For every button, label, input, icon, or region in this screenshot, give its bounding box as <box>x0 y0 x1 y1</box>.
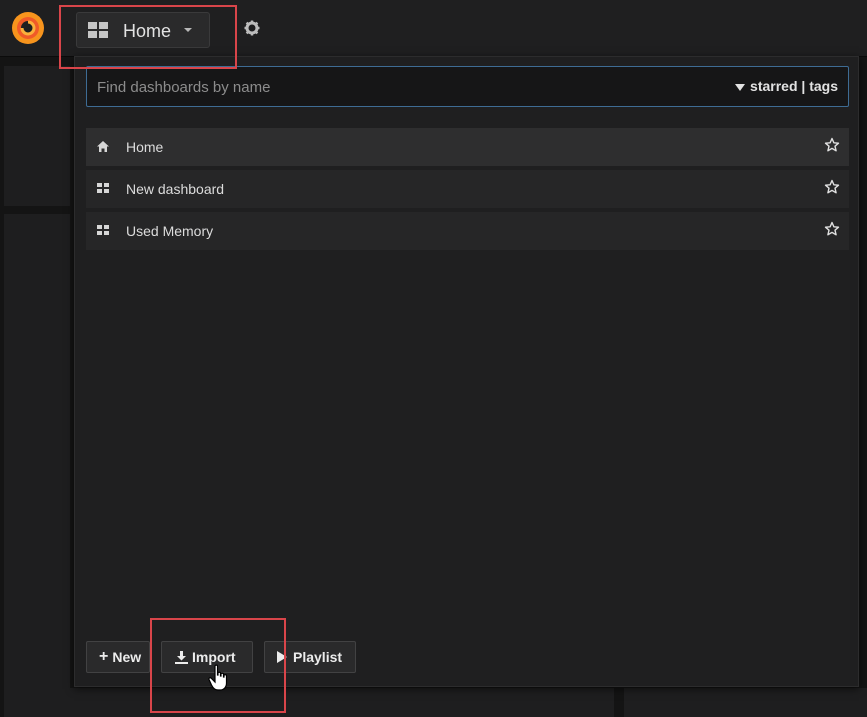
dashboard-grid-icon <box>97 183 109 194</box>
plus-icon: + <box>99 648 109 665</box>
star-icon[interactable] <box>824 179 840 195</box>
filter-label: starred | tags <box>750 78 838 94</box>
background-panel <box>4 66 70 206</box>
hand-cursor-icon <box>208 664 228 691</box>
filter-starred-tags[interactable]: starred | tags <box>735 78 838 94</box>
download-icon <box>175 650 188 664</box>
filter-icon <box>735 83 746 91</box>
background-panel <box>624 688 867 717</box>
import-label: Import <box>192 649 236 665</box>
chevron-down-icon <box>184 28 192 32</box>
background-panel <box>4 688 614 717</box>
new-dashboard-button[interactable]: + New <box>86 641 150 673</box>
gear-icon[interactable] <box>244 20 260 36</box>
dashboard-row-new-dashboard[interactable]: New dashboard <box>86 170 849 208</box>
playlist-label: Playlist <box>293 649 343 665</box>
playlist-button[interactable]: Playlist <box>264 641 356 673</box>
new-label: New <box>112 649 142 665</box>
grafana-logo[interactable] <box>10 10 46 46</box>
dashboard-name: Home <box>126 139 164 155</box>
star-icon[interactable] <box>824 137 840 153</box>
dashboard-row-used-memory[interactable]: Used Memory <box>86 212 849 250</box>
dashboard-row-home[interactable]: Home <box>86 128 849 166</box>
search-box: starred | tags <box>86 66 849 108</box>
dashboard-picker-button[interactable]: Home <box>76 12 210 48</box>
background-panel <box>4 214 70 712</box>
import-button[interactable]: Import <box>161 641 253 673</box>
dashboard-search-dropdown: starred | tags Home New dashboard <box>74 56 859 687</box>
top-navbar: Home <box>0 0 867 57</box>
star-icon[interactable] <box>824 221 840 237</box>
play-icon <box>277 651 287 663</box>
dashboard-name: New dashboard <box>126 181 225 197</box>
dashboard-grid-icon <box>88 22 108 38</box>
search-input[interactable] <box>95 67 699 108</box>
dashboard-grid-icon <box>97 225 109 236</box>
dashboard-name: Used Memory <box>126 223 214 239</box>
dashboard-list: Home New dashboard Used Memory <box>86 128 849 254</box>
dashboard-title: Home <box>123 21 172 41</box>
home-icon <box>97 141 109 152</box>
